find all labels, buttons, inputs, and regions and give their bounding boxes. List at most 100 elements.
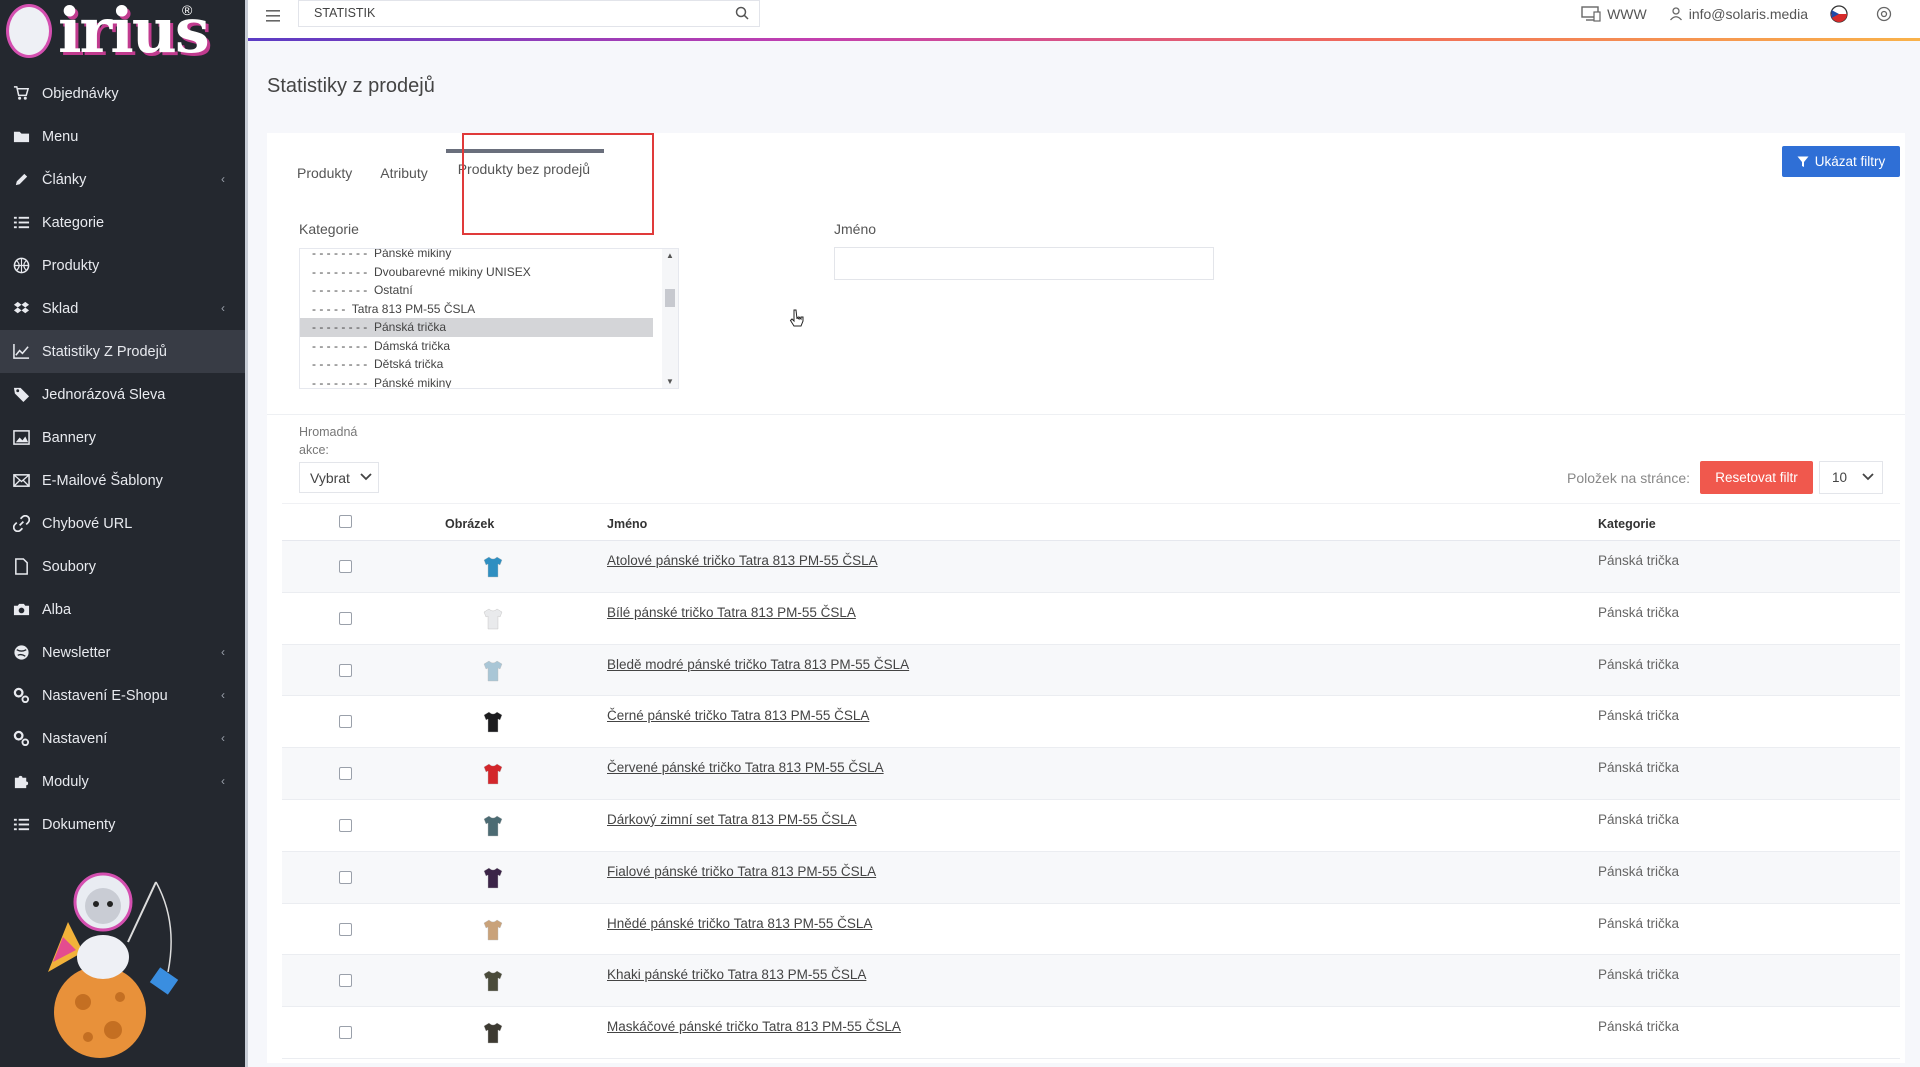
sidebar-item-jednorazova-sleva[interactable]: Jednorázová Sleva	[0, 373, 245, 416]
sidebar-item-label: Dokumenty	[42, 816, 116, 833]
product-name-link[interactable]: Khaki pánské tričko Tatra 813 PM-55 ČSLA	[607, 967, 866, 982]
tab-produkty[interactable]: Produkty	[297, 163, 352, 181]
sidebar-item-soubory[interactable]: Soubory	[0, 545, 245, 588]
sidebar-item-label: Alba	[42, 601, 72, 618]
logo[interactable]: irius ®	[0, 0, 245, 67]
name-filter-input[interactable]	[834, 247, 1214, 280]
sidebar-item-statistiky-z-prodeju[interactable]: Statistiky Z Prodejů	[0, 330, 245, 373]
header-name[interactable]: Jméno	[607, 517, 647, 531]
row-checkbox[interactable]	[339, 663, 352, 677]
sidebar-item-menu[interactable]: Menu	[0, 115, 245, 158]
product-thumbnail-tshirt-icon[interactable]	[482, 659, 504, 683]
category-listbox[interactable]: - - - - - - - - Pánské mikiny - - - - - -…	[299, 248, 679, 389]
product-thumbnail-tshirt-icon[interactable]	[482, 607, 504, 631]
product-name-link[interactable]: Bílé pánské tričko Tatra 813 PM-55 ČSLA	[607, 605, 856, 620]
sidebar-item-objednavky[interactable]: Objednávky	[0, 72, 245, 115]
row-checkbox[interactable]	[339, 715, 352, 729]
table-row: Maskáčové pánské tričko Tatra 813 PM-55 …	[282, 1007, 1900, 1059]
product-name-link[interactable]: Atolové pánské tričko Tatra 813 PM-55 ČS…	[607, 553, 878, 568]
divider	[267, 414, 1905, 415]
category-option[interactable]: - - - - - - - - Pánské mikiny	[300, 249, 653, 263]
sidebar-item-dokumenty[interactable]: Dokumenty	[0, 803, 245, 846]
table-row: Khaki pánské tričko Tatra 813 PM-55 ČSLA…	[282, 955, 1900, 1008]
select-all-checkbox[interactable]	[339, 515, 352, 528]
category-option[interactable]: - - - - - - - - Pánské mikiny	[300, 374, 653, 389]
search-icon[interactable]	[735, 6, 749, 20]
reset-filter-button[interactable]: Resetovat filtr	[1700, 461, 1813, 494]
product-category: Pánská trička	[1598, 863, 1680, 879]
table-row: Atolové pánské tričko Tatra 813 PM-55 ČS…	[282, 541, 1900, 593]
tab-produkty-bez-prodeju[interactable]: Produkty bez prodejů	[445, 149, 605, 181]
header-category[interactable]: Kategorie	[1598, 517, 1656, 531]
product-name-link[interactable]: Hnědé pánské tričko Tatra 813 PM-55 ČSLA	[607, 916, 872, 931]
product-thumbnail-tshirt-icon[interactable]	[482, 866, 504, 890]
row-checkbox[interactable]	[339, 870, 352, 884]
product-thumbnail-tshirt-icon[interactable]	[482, 918, 504, 942]
sidebar-item-label: Sklad	[42, 300, 79, 317]
show-filters-button[interactable]: Ukázat filtry	[1782, 146, 1900, 177]
scroll-up-icon[interactable]: ▲	[666, 251, 674, 260]
search-box	[298, 0, 760, 27]
language-switch[interactable]	[1830, 5, 1854, 23]
product-thumbnail-tshirt-icon[interactable]	[482, 969, 504, 993]
sidebar-item-nastaveni-e-shopu[interactable]: Nastavení E-Shopu ‹	[0, 674, 245, 717]
product-thumbnail-tshirt-icon[interactable]	[482, 814, 504, 838]
row-checkbox[interactable]	[339, 922, 352, 936]
tab-atributy[interactable]: Atributy	[380, 163, 427, 181]
sidebar-item-e-mailove-sablony[interactable]: E-Mailové Šablony	[0, 459, 245, 502]
sidebar-item-sklad[interactable]: Sklad ‹	[0, 287, 245, 330]
product-name-link[interactable]: Černé pánské tričko Tatra 813 PM-55 ČSLA	[607, 708, 869, 723]
row-checkbox[interactable]	[339, 767, 352, 781]
product-thumbnail-tshirt-icon[interactable]	[482, 710, 504, 734]
product-thumbnail-tshirt-icon[interactable]	[482, 1021, 504, 1045]
category-option[interactable]: - - - - - - - - Dámská trička	[300, 337, 653, 356]
category-option[interactable]: - - - - - - - - Dětská trička	[300, 355, 653, 374]
topbar: WWW info@solaris.media	[248, 0, 1920, 38]
sidebar-scrollbar[interactable]	[245, 0, 248, 1067]
row-checkbox[interactable]	[339, 560, 352, 573]
category-option[interactable]: - - - - - - - - Ostatní	[300, 281, 653, 300]
www-link[interactable]: WWW	[1581, 6, 1647, 22]
category-option[interactable]: - - - - - - - - Dvoubarevné mikiny UNISE…	[300, 263, 653, 282]
product-name-link[interactable]: Maskáčové pánské tričko Tatra 813 PM-55 …	[607, 1019, 901, 1034]
row-checkbox[interactable]	[339, 818, 352, 832]
settings-button[interactable]	[1876, 6, 1898, 22]
topbar-actions: WWW info@solaris.media	[1581, 0, 1920, 28]
hamburger-menu-icon[interactable]	[266, 9, 282, 23]
category-option[interactable]: - - - - - Tatra 813 PM-55 ČSLA	[300, 300, 653, 319]
sidebar-item-chybove-url[interactable]: Chybové URL	[0, 502, 245, 545]
user-menu[interactable]: info@solaris.media	[1669, 6, 1808, 22]
sidebar-item-alba[interactable]: Alba	[0, 588, 245, 631]
row-checkbox[interactable]	[339, 1026, 352, 1040]
per-page-select[interactable]: 10	[1819, 461, 1883, 494]
puzzle-icon	[12, 773, 30, 791]
sidebar-item-bannery[interactable]: Bannery	[0, 416, 245, 459]
www-label: WWW	[1607, 6, 1647, 22]
category-scrollbar[interactable]: ▲ ▼	[662, 249, 678, 388]
product-thumbnail-tshirt-icon[interactable]	[482, 555, 504, 579]
camera-icon	[12, 601, 30, 619]
category-option[interactable]: - - - - - - - - Pánská trička	[300, 318, 653, 337]
sidebar-item-moduly[interactable]: Moduly ‹	[0, 760, 245, 803]
product-category: Pánská trička	[1598, 967, 1680, 983]
bulk-action-select[interactable]: Vybrat	[299, 462, 379, 493]
sidebar-item-nastaveni[interactable]: Nastavení ‹	[0, 717, 245, 760]
sidebar-item-newsletter[interactable]: Newsletter ‹	[0, 631, 245, 674]
product-name-link[interactable]: Červené pánské tričko Tatra 813 PM-55 ČS…	[607, 760, 884, 775]
scroll-down-icon[interactable]: ▼	[666, 377, 674, 386]
product-name-link[interactable]: Dárkový zimní set Tatra 813 PM-55 ČSLA	[607, 812, 857, 827]
product-name-link[interactable]: Fialové pánské tričko Tatra 813 PM-55 ČS…	[607, 864, 876, 879]
page-title: Statistiky z prodejů	[267, 75, 435, 97]
mouse-cursor-icon	[789, 309, 804, 327]
sidebar-item-kategorie[interactable]: Kategorie	[0, 201, 245, 244]
search-input[interactable]	[299, 1, 719, 25]
sidebar-item-produkty[interactable]: Produkty	[0, 244, 245, 287]
product-thumbnail-tshirt-icon[interactable]	[482, 762, 504, 786]
product-category: Pánská trička	[1598, 604, 1680, 620]
scroll-thumb[interactable]	[665, 289, 675, 307]
row-checkbox[interactable]	[339, 974, 352, 988]
cogs-icon	[12, 730, 30, 748]
sidebar-item-clanky[interactable]: Články ‹	[0, 158, 245, 201]
product-name-link[interactable]: Bledě modré pánské tričko Tatra 813 PM-5…	[607, 657, 909, 672]
row-checkbox[interactable]	[339, 611, 352, 625]
